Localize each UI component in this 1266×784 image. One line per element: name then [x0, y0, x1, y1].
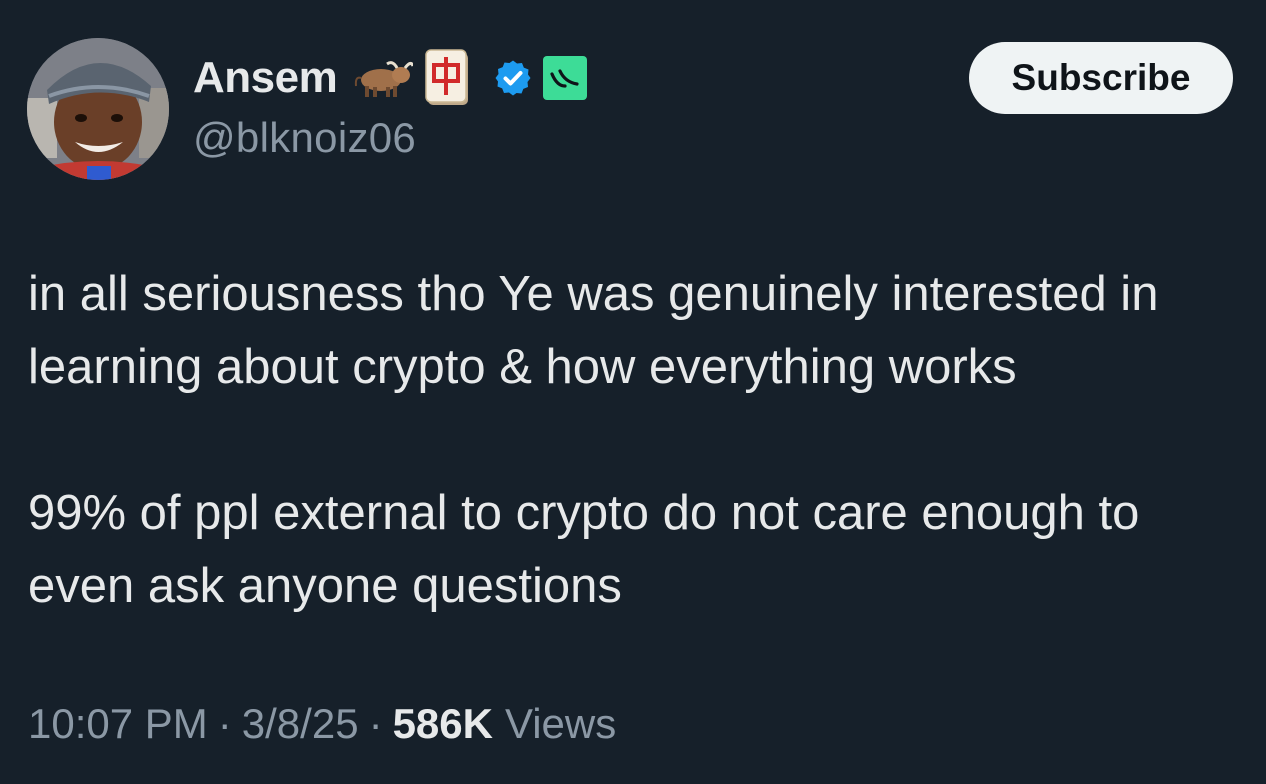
avatar[interactable]	[27, 38, 169, 180]
tweet-paragraph: 99% of ppl external to crypto do not car…	[28, 486, 1140, 613]
author-handle[interactable]: @blknoiz06	[193, 114, 416, 162]
meta-separator: ·	[217, 700, 232, 747]
subscribe-button[interactable]: Subscribe	[969, 42, 1233, 114]
views-count[interactable]: 586K	[393, 700, 493, 748]
tweet-time[interactable]: 10:07 PM	[28, 700, 208, 748]
tweet-text: in all seriousness tho Ye was genuinely …	[28, 258, 1248, 623]
tweet-date[interactable]: 3/8/25	[242, 700, 359, 748]
avatar-image	[27, 38, 169, 180]
author-name-row: Ansem	[193, 46, 589, 110]
affiliate-icon[interactable]	[541, 54, 589, 102]
meta-separator: ·	[368, 700, 383, 747]
ox-icon	[353, 58, 415, 98]
author-display-name[interactable]: Ansem	[193, 53, 338, 103]
tweet-card: Ansem @blknoiz06 Subscribe in all seriou…	[0, 0, 1266, 784]
tweet-paragraph: in all seriousness tho Ye was genuinely …	[28, 267, 1159, 394]
views-label[interactable]: Views	[505, 700, 616, 748]
verified-check-icon[interactable]	[493, 58, 533, 98]
mahjong-red-dragon-icon	[425, 49, 471, 107]
tweet-meta: 10:07 PM · 3/8/25 · 586K Views	[28, 700, 616, 748]
